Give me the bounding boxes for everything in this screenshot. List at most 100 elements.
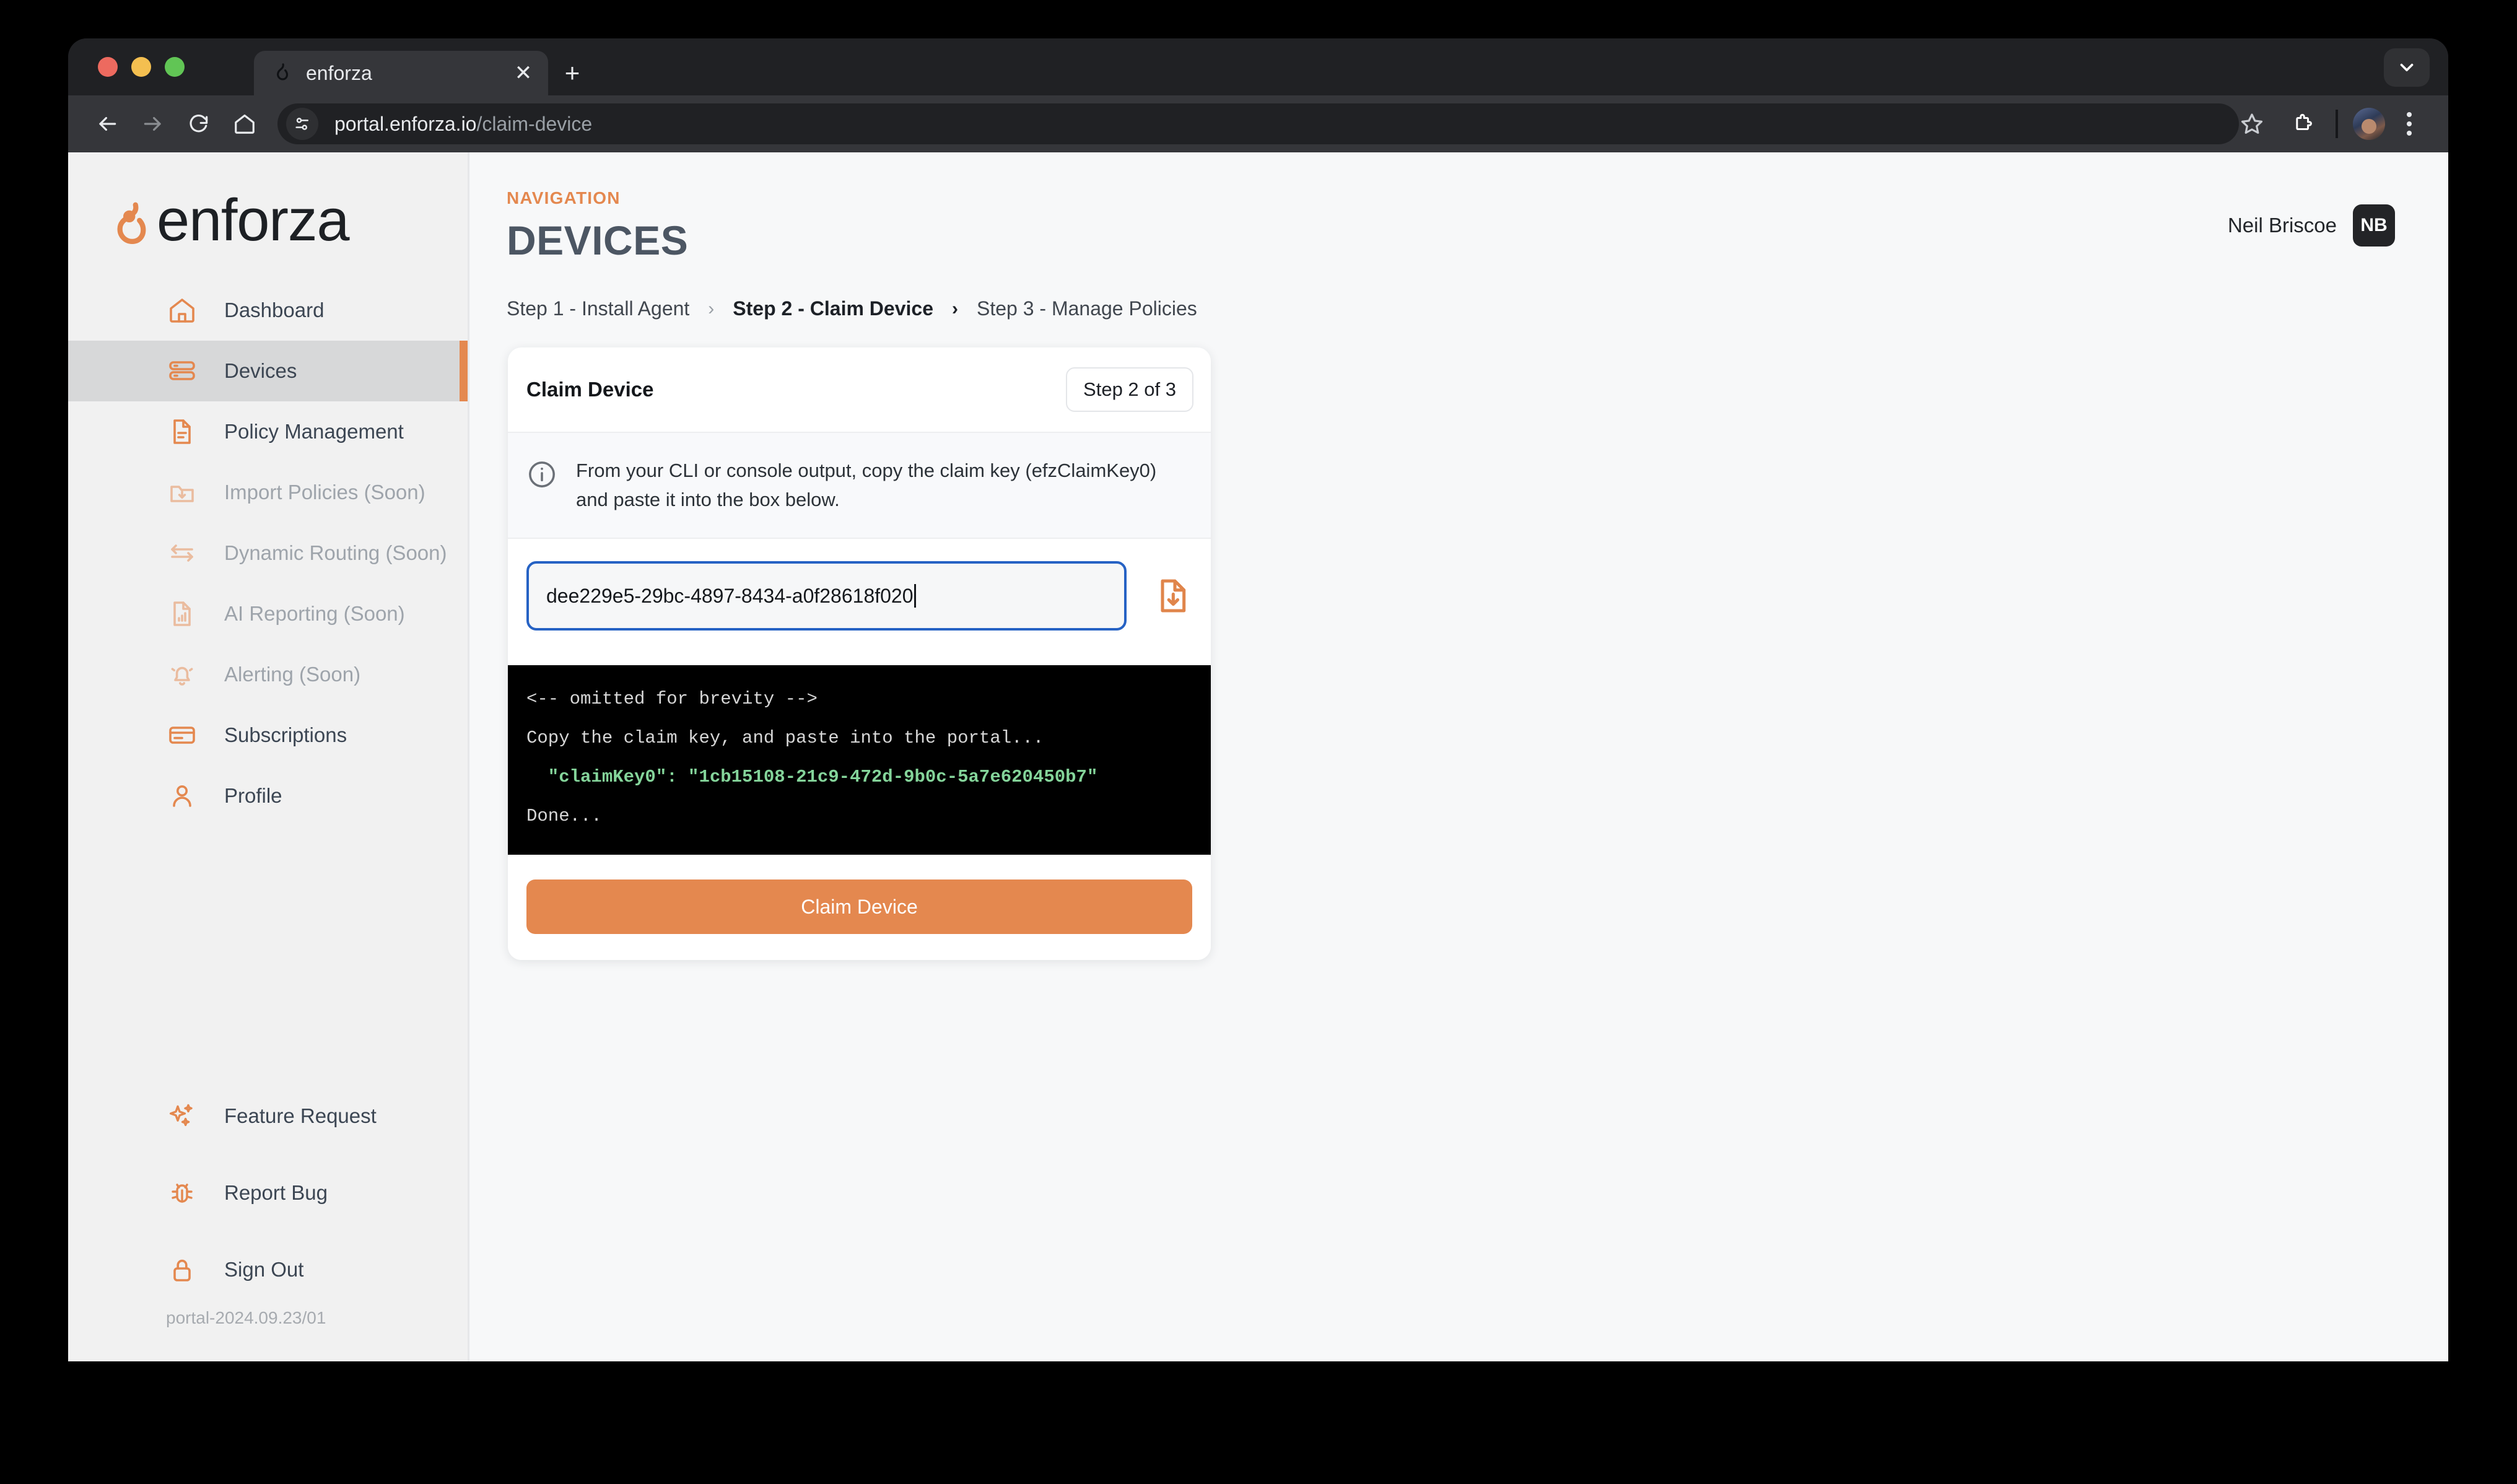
claim-key-row: dee229e5-29bc-4897-8434-a0f28618f020 [508, 539, 1211, 665]
sidebar-nav: Dashboard Devices Policy Management Impo… [68, 280, 468, 826]
terminal-line: Done... [526, 806, 602, 826]
server-icon [166, 355, 198, 387]
app-version-label: portal-2024.09.23/01 [166, 1308, 326, 1327]
claim-key-value: dee229e5-29bc-4897-8434-a0f28618f020 [546, 584, 914, 607]
user-icon [166, 780, 198, 812]
sidebar-item-ai-reporting[interactable]: AI Reporting (Soon) [68, 583, 468, 644]
bug-icon [166, 1177, 198, 1209]
folder-download-icon [166, 476, 198, 508]
new-tab-button[interactable]: + [557, 58, 587, 88]
claim-device-button[interactable]: Claim Device [526, 879, 1192, 934]
sidebar-item-label: Policy Management [224, 420, 404, 443]
maximize-window-button[interactable] [165, 57, 185, 77]
sidebar-item-subscriptions[interactable]: Subscriptions [68, 705, 468, 766]
breadcrumb-step-1[interactable]: Step 1 - Install Agent [507, 297, 689, 320]
browser-menu-icon[interactable] [2391, 106, 2427, 142]
file-download-icon[interactable] [1153, 576, 1192, 616]
home-icon[interactable] [227, 106, 263, 142]
sidebar-bottom-nav: Feature Request Report Bug Sign Out port… [68, 1078, 468, 1361]
sidebar-item-label: Alerting (Soon) [224, 663, 361, 686]
forward-icon[interactable] [135, 106, 171, 142]
document-icon [166, 416, 198, 448]
terminal-line: Copy the claim key, and paste into the p… [526, 728, 1044, 748]
main-content: NAVIGATION DEVICES Neil Briscoe NB Step … [468, 152, 2448, 1361]
page-title-group: NAVIGATION DEVICES [507, 188, 688, 264]
sidebar-item-report-bug[interactable]: Report Bug [68, 1154, 468, 1231]
close-icon[interactable]: ✕ [511, 61, 536, 85]
lock-icon [166, 1254, 198, 1286]
credit-card-icon [166, 719, 198, 751]
sidebar-item-dynamic-routing[interactable]: Dynamic Routing (Soon) [68, 523, 468, 583]
sidebar-item-profile[interactable]: Profile [68, 766, 468, 826]
exchange-arrows-icon [166, 537, 198, 569]
browser-tab-title: enforza [306, 61, 372, 84]
brand-logo[interactable]: enforza [68, 152, 468, 264]
svg-text:enforza: enforza [157, 191, 350, 253]
reload-icon[interactable] [181, 106, 217, 142]
info-text: From your CLI or console output, copy th… [576, 460, 1157, 510]
home-icon [166, 294, 198, 326]
minimize-window-button[interactable] [131, 57, 151, 77]
terminal-line: <-- omitted for brevity --> [526, 689, 818, 709]
info-banner: From your CLI or console output, copy th… [508, 433, 1211, 539]
sidebar-item-devices[interactable]: Devices [68, 341, 468, 401]
sidebar-item-label: AI Reporting (Soon) [224, 602, 405, 625]
sidebar-item-import-policies[interactable]: Import Policies (Soon) [68, 462, 468, 523]
browser-nav-buttons [89, 106, 263, 142]
sidebar-item-dashboard[interactable]: Dashboard [68, 280, 468, 341]
sidebar-item-policy-management[interactable]: Policy Management [68, 401, 468, 462]
browser-tab[interactable]: enforza ✕ [254, 51, 548, 95]
bookmark-star-icon[interactable] [2233, 105, 2271, 143]
card-header: Claim Device Step 2 of 3 [508, 347, 1211, 433]
terminal-line-claim-key: "claimKey0": "1cb15108-21c9-472d-9b0c-5a… [526, 767, 1098, 787]
browser-tab-strip: enforza ✕ + [68, 38, 2448, 95]
sidebar-item-label: Report Bug [224, 1181, 328, 1204]
info-icon [526, 459, 557, 490]
terminal-output: <-- omitted for brevity --> Copy the cla… [508, 665, 1211, 855]
sidebar-item-label: Dashboard [224, 299, 325, 321]
card-footer: Claim Device [508, 855, 1211, 960]
browser-profile-avatar[interactable] [2353, 108, 2385, 140]
page-viewport: enforza Dashboard Devices Policy Managem… [68, 152, 2448, 1361]
sidebar-item-label: Devices [224, 359, 297, 382]
avatar[interactable]: NB [2353, 204, 2395, 247]
breadcrumb-step-2[interactable]: Step 2 - Claim Device [733, 297, 933, 320]
claim-key-input[interactable]: dee229e5-29bc-4897-8434-a0f28618f020 [526, 561, 1127, 631]
sidebar-item-label: Import Policies (Soon) [224, 481, 425, 504]
bell-icon [166, 658, 198, 691]
page-header: NAVIGATION DEVICES Neil Briscoe NB [469, 152, 2448, 264]
toolbar-right-group [2285, 106, 2427, 142]
card-title: Claim Device [526, 378, 654, 401]
toolbar-divider [2336, 110, 2338, 138]
chevron-right-icon: › [951, 298, 958, 319]
browser-toolbar: portal.enforza.io/claim-device [68, 95, 2448, 152]
page-title: DEVICES [507, 217, 689, 263]
url-path: /claim-device [476, 112, 593, 135]
sidebar: enforza Dashboard Devices Policy Managem… [68, 152, 468, 1361]
extensions-puzzle-icon[interactable] [2285, 106, 2321, 142]
brand-wordmark: enforza [157, 188, 423, 258]
breadcrumb-step-3[interactable]: Step 3 - Manage Policies [977, 297, 1197, 320]
flame-logo-icon [102, 198, 155, 251]
document-chart-icon [166, 598, 198, 630]
close-window-button[interactable] [98, 57, 118, 77]
sidebar-item-label: Feature Request [224, 1104, 377, 1127]
status-badge: Step 2 of 3 [1066, 367, 1193, 412]
window-traffic-lights [98, 57, 185, 77]
claim-device-card: Claim Device Step 2 of 3 From your CLI o… [508, 347, 1211, 960]
sidebar-item-label: Subscriptions [224, 723, 347, 746]
browser-window: enforza ✕ + portal.enforza.io/claim-devi… [68, 38, 2448, 1361]
address-bar-url: portal.enforza.io/claim-device [334, 113, 592, 136]
user-chip[interactable]: Neil Briscoe NB [2228, 204, 2395, 247]
sidebar-item-alerting[interactable]: Alerting (Soon) [68, 644, 468, 705]
chevron-down-icon[interactable] [2384, 48, 2430, 87]
back-icon[interactable] [89, 106, 125, 142]
address-bar[interactable]: portal.enforza.io/claim-device [277, 103, 2239, 144]
chevron-right-icon: › [708, 298, 715, 319]
flame-icon [271, 63, 292, 84]
text-cursor [914, 584, 916, 608]
sidebar-item-feature-request[interactable]: Feature Request [68, 1078, 468, 1154]
site-settings-icon[interactable] [286, 108, 318, 140]
sparkles-icon [166, 1100, 198, 1132]
sidebar-item-sign-out[interactable]: Sign Out [68, 1231, 468, 1308]
